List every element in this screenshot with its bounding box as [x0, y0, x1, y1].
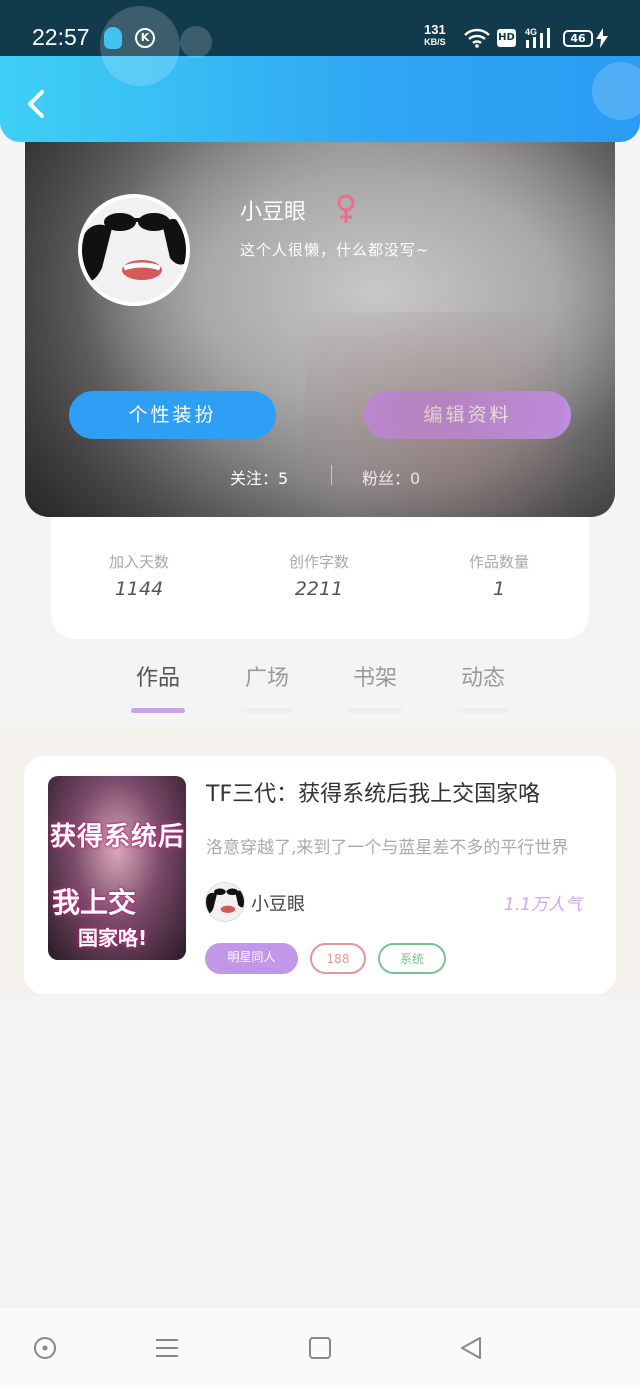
tag-system[interactable]: 系统 — [378, 943, 446, 974]
signal-icon: 4G — [525, 27, 550, 48]
stat-days-joined: 加入天数 1144 — [69, 551, 209, 600]
follow-divider — [331, 465, 332, 485]
stats-card: 加入天数 1144 创作字数 2211 作品数量 1 — [51, 517, 589, 639]
menu-icon[interactable] — [154, 1335, 180, 1361]
wifi-icon — [464, 28, 490, 48]
work-author: 小豆眼 — [251, 894, 305, 915]
avatar[interactable] — [78, 194, 190, 306]
back-triangle-icon[interactable] — [458, 1335, 484, 1361]
tag-188[interactable]: 188 — [310, 943, 366, 974]
charging-icon — [596, 28, 608, 48]
stat-works-count: 作品数量 1 — [429, 551, 569, 600]
tag-celebrity-fanfic[interactable]: 明星同人 — [205, 943, 298, 974]
stat-value: 2211 — [294, 578, 344, 600]
stat-label: 创作字数 — [288, 553, 349, 571]
tab-indicator — [348, 708, 402, 713]
content-tabs: 作品 广场 书架 动态 — [0, 652, 640, 722]
top-header — [0, 6, 640, 142]
work-description: 洛意穿越了,来到了一个与蓝星差不多的平行世界 — [206, 838, 569, 858]
tab-indicator — [131, 708, 185, 713]
profile-card: 小豆眼 这个人很懒，什么都没写~ 个性装扮 编辑资料 关注：5 粉丝：0 — [25, 142, 615, 517]
decor-bubble — [180, 26, 212, 58]
stat-word-count: 创作字数 2211 — [249, 551, 389, 600]
author-avatar — [205, 882, 245, 922]
cover-text: 国家咯! — [78, 926, 148, 950]
stat-value: 1 — [492, 578, 506, 600]
tab-label: 动态 — [460, 666, 505, 691]
assistant-icon[interactable] — [32, 1335, 58, 1361]
tab-indicator — [240, 708, 294, 713]
tab-label: 作品 — [135, 666, 180, 691]
decor-bubble — [100, 6, 180, 86]
tab-activity[interactable]: 动态 — [443, 660, 523, 713]
female-gender-icon — [337, 194, 355, 223]
hd-icon: HD — [497, 29, 516, 47]
tab-indicator — [456, 708, 510, 713]
cover-text: 我上交 — [52, 886, 137, 919]
decor-bubble — [592, 62, 640, 120]
stat-label: 作品数量 — [468, 553, 529, 571]
work-card[interactable]: 获得系统后 我上交 国家咯! TF三代：获得系统后我上交国家咯 洛意穿越了,来到… — [24, 756, 616, 994]
edit-profile-button[interactable]: 编辑资料 — [364, 391, 571, 439]
bio-text: 这个人很懒，什么都没写~ — [240, 241, 430, 259]
tab-works[interactable]: 作品 — [118, 660, 198, 713]
svg-text:4G: 4G — [525, 27, 537, 37]
battery-icon: 46 — [563, 30, 593, 47]
work-cover[interactable]: 获得系统后 我上交 国家咯! — [48, 776, 186, 960]
stat-label: 加入天数 — [108, 553, 169, 571]
tab-label: 广场 — [244, 666, 289, 691]
system-nav-bar — [0, 1308, 640, 1387]
tab-label: 书架 — [352, 666, 397, 691]
home-icon[interactable] — [307, 1335, 333, 1361]
following-count[interactable]: 关注：5 — [230, 465, 288, 489]
status-time: 22:57 — [32, 24, 90, 50]
tab-square[interactable]: 广场 — [227, 660, 307, 713]
followers-count[interactable]: 粉丝：0 — [362, 465, 420, 489]
stat-value: 1144 — [114, 578, 164, 600]
meme-avatar-image — [206, 883, 244, 921]
tab-bookshelf[interactable]: 书架 — [335, 660, 415, 713]
nickname: 小豆眼 — [240, 200, 307, 225]
back-button[interactable] — [20, 84, 50, 124]
work-popularity: 1.1万人气 — [504, 895, 583, 915]
work-title[interactable]: TF三代：获得系统后我上交国家咯 — [206, 776, 540, 808]
net-speed: 131 KB/S — [424, 22, 446, 47]
meme-avatar-image — [82, 198, 186, 302]
cover-text: 获得系统后 — [50, 822, 186, 852]
personalize-button[interactable]: 个性装扮 — [69, 391, 276, 439]
